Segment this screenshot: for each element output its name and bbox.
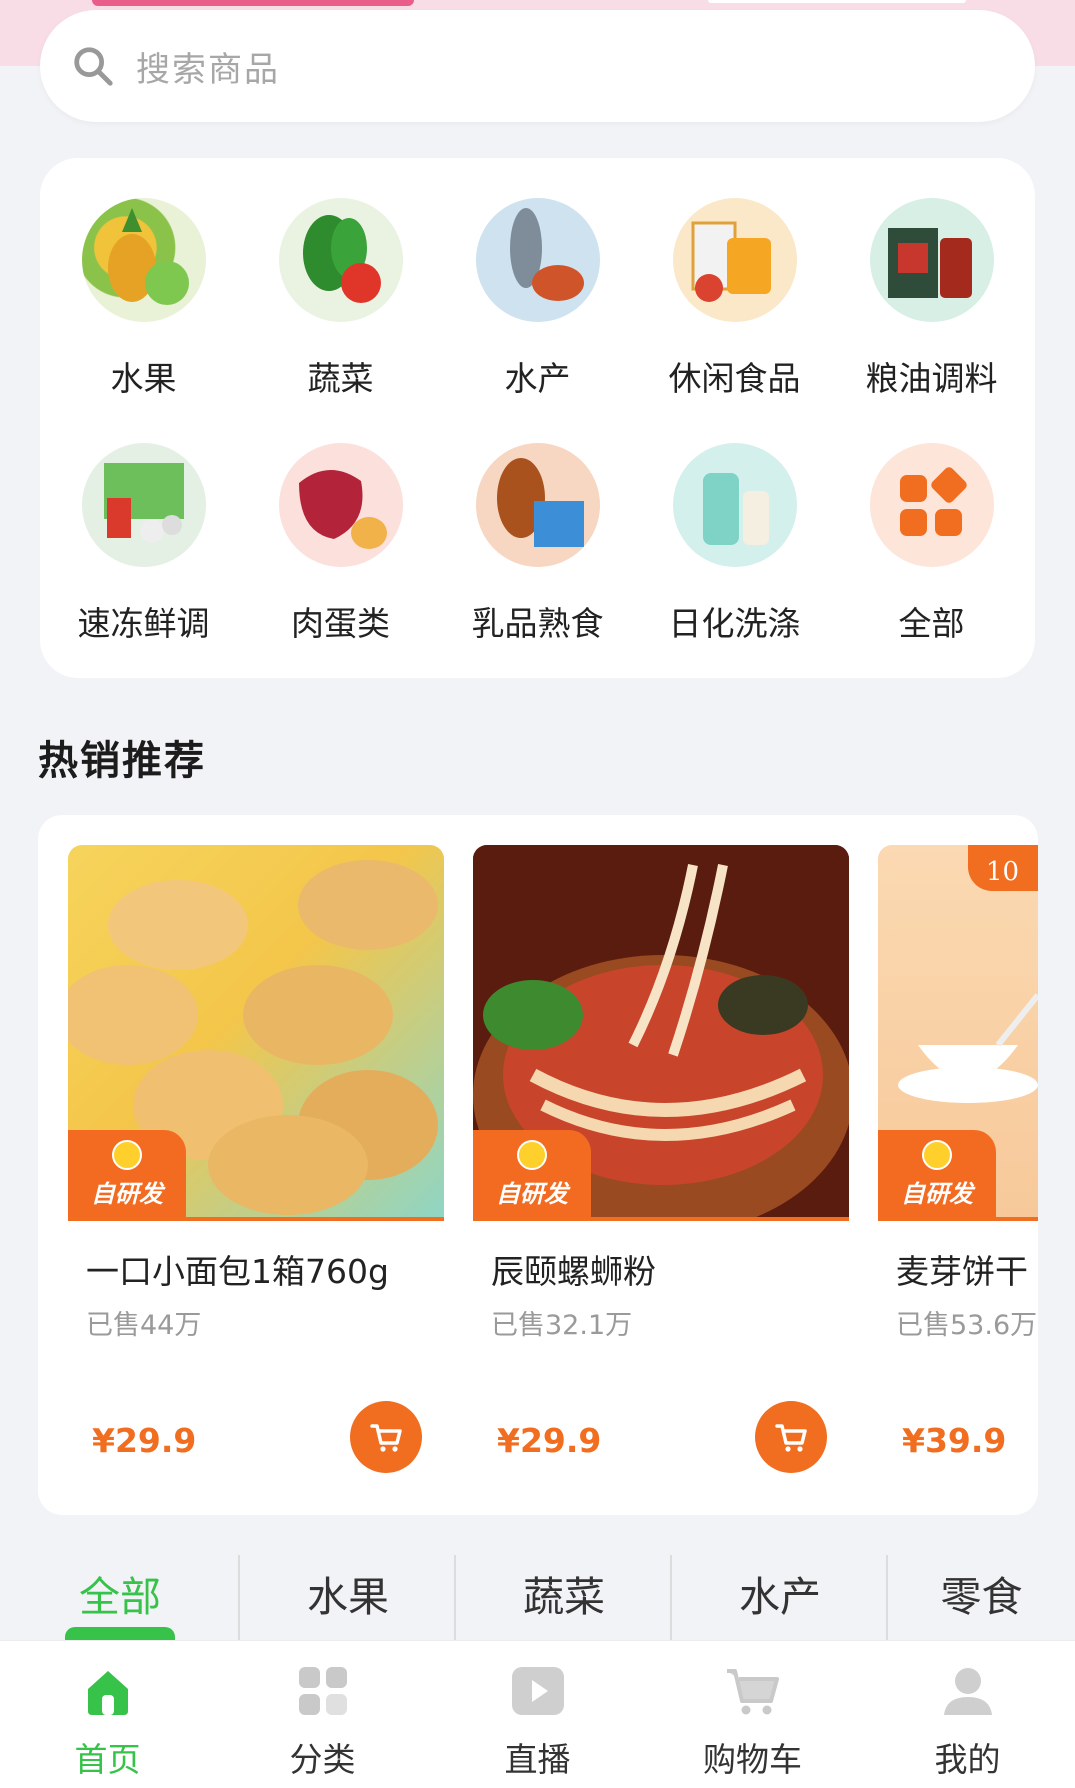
- banner-indicator-secondary: [708, 0, 966, 3]
- filter-tab-all[interactable]: 全部: [0, 1525, 240, 1647]
- product-card[interactable]: 自研发 一口小面包1箱760g 已售44万 ¥29.9: [68, 845, 444, 1495]
- tab-label: 我的: [934, 1740, 1001, 1779]
- bottom-tab-bar: 首页 分类 直播 购物车 我的: [0, 1640, 1075, 1788]
- product-card[interactable]: 自研发 辰颐螺蛳粉 已售32.1万 ¥29.9: [473, 845, 849, 1495]
- category-label: 乳品熟食: [471, 604, 604, 643]
- hot-section-title: 热销推荐: [38, 738, 206, 784]
- product-name: 麦芽饼干: [896, 1252, 1028, 1291]
- tab-home[interactable]: 首页: [0, 1641, 215, 1788]
- category-label: 全部: [898, 604, 965, 643]
- dairy-deli-icon: [475, 443, 600, 567]
- tab-cart[interactable]: 购物车: [645, 1641, 860, 1788]
- category-seafood[interactable]: 水产: [439, 198, 636, 443]
- category-frozen[interactable]: 速冻鲜调: [45, 443, 242, 688]
- product-name: 辰颐螺蛳粉: [491, 1252, 656, 1291]
- category-label: 蔬菜: [307, 359, 374, 398]
- self-developed-badge: 自研发: [473, 1130, 591, 1217]
- filter-tab-seafood[interactable]: 水产: [672, 1525, 888, 1640]
- seafood-icon: [475, 198, 600, 322]
- category-snack[interactable]: 休闲食品: [636, 198, 833, 443]
- category-label: 速冻鲜调: [77, 604, 210, 643]
- mascot-icon: [922, 1140, 952, 1170]
- product-image: 自研发: [68, 845, 444, 1221]
- cart-icon: [726, 1669, 779, 1715]
- banner-indicator: [92, 0, 414, 6]
- product-sold-count: 已售44万: [86, 1310, 202, 1341]
- category-label: 日化洗涤: [668, 604, 801, 643]
- filter-label: 蔬菜: [523, 1573, 605, 1621]
- vegetable-icon: [278, 198, 403, 322]
- category-detergent[interactable]: 日化洗涤: [636, 443, 833, 688]
- category-grain-oil[interactable]: 粮油调料: [833, 198, 1030, 443]
- self-developed-badge: 自研发: [68, 1130, 186, 1217]
- product-sold-count: 已售32.1万: [491, 1310, 633, 1341]
- category-vegetable[interactable]: 蔬菜: [242, 198, 439, 443]
- self-developed-badge: 自研发: [878, 1130, 996, 1217]
- category-dairy-deli[interactable]: 乳品熟食: [439, 443, 636, 688]
- add-to-cart-button[interactable]: [755, 1401, 827, 1473]
- category-label: 肉蛋类: [291, 604, 390, 643]
- category-grid-card: 水果 蔬菜 水产 休闲食品 粮油调料 速冻鲜调 肉蛋类 乳品熟食 日化洗涤 全部: [40, 158, 1035, 678]
- tab-profile[interactable]: 我的: [860, 1641, 1075, 1788]
- search-bar[interactable]: 搜索商品: [40, 10, 1035, 122]
- product-sold-count: 已售53.6万: [896, 1310, 1038, 1341]
- category-fruit[interactable]: 水果: [45, 198, 242, 443]
- cart-icon: [775, 1424, 807, 1452]
- tab-label: 首页: [74, 1740, 141, 1779]
- category-label: 休闲食品: [668, 359, 801, 398]
- profile-icon: [943, 1668, 992, 1715]
- tab-label: 购物车: [703, 1740, 802, 1779]
- filter-tab-vegetable[interactable]: 蔬菜: [456, 1525, 672, 1640]
- mascot-icon: [112, 1140, 142, 1170]
- category-label: 水产: [504, 359, 571, 398]
- category-all[interactable]: 全部: [833, 443, 1030, 688]
- hot-products-carousel[interactable]: 自研发 一口小面包1箱760g 已售44万 ¥29.9 自研发 辰颐螺蛳粉 已售…: [38, 815, 1038, 1515]
- tab-label: 分类: [289, 1740, 356, 1779]
- detergent-icon: [672, 443, 797, 567]
- corner-tag: 10: [968, 845, 1038, 891]
- category-filter-tabs: 全部 水果 蔬菜 水产 零食: [0, 1525, 1075, 1647]
- home-icon: [87, 1671, 128, 1715]
- mascot-icon: [517, 1140, 547, 1170]
- tab-category[interactable]: 分类: [215, 1641, 430, 1788]
- all-categories-icon: [869, 443, 994, 567]
- search-placeholder: 搜索商品: [136, 49, 280, 90]
- category-label: 粮油调料: [865, 359, 998, 398]
- filter-tab-snacks[interactable]: 零食: [888, 1525, 1075, 1640]
- category-icon: [298, 1667, 347, 1715]
- tab-label: 直播: [504, 1740, 571, 1779]
- snack-icon: [672, 198, 797, 322]
- product-name: 一口小面包1箱760g: [86, 1252, 389, 1291]
- category-meat-egg[interactable]: 肉蛋类: [242, 443, 439, 688]
- tab-live[interactable]: 直播: [430, 1641, 645, 1788]
- meat-egg-icon: [278, 443, 403, 567]
- product-image: 自研发: [473, 845, 849, 1221]
- filter-tab-fruit[interactable]: 水果: [240, 1525, 456, 1640]
- product-price: ¥39.9: [902, 1421, 1007, 1460]
- category-label: 水果: [110, 359, 177, 398]
- cart-icon: [370, 1424, 402, 1452]
- filter-label: 水果: [307, 1573, 389, 1621]
- search-icon: [74, 47, 113, 86]
- add-to-cart-button[interactable]: [350, 1401, 422, 1473]
- fruit-icon: [81, 198, 206, 322]
- grain-oil-icon: [869, 198, 994, 322]
- filter-label: 零食: [940, 1573, 1023, 1621]
- frozen-food-icon: [81, 443, 206, 567]
- filter-label: 水产: [739, 1573, 821, 1621]
- product-card[interactable]: 10 自研发 麦芽饼干 已售53.6万 ¥39.9: [878, 845, 1038, 1495]
- live-icon: [511, 1667, 564, 1715]
- product-price: ¥29.9: [497, 1421, 602, 1460]
- product-image: 10 自研发: [878, 845, 1038, 1221]
- product-price: ¥29.9: [92, 1421, 197, 1460]
